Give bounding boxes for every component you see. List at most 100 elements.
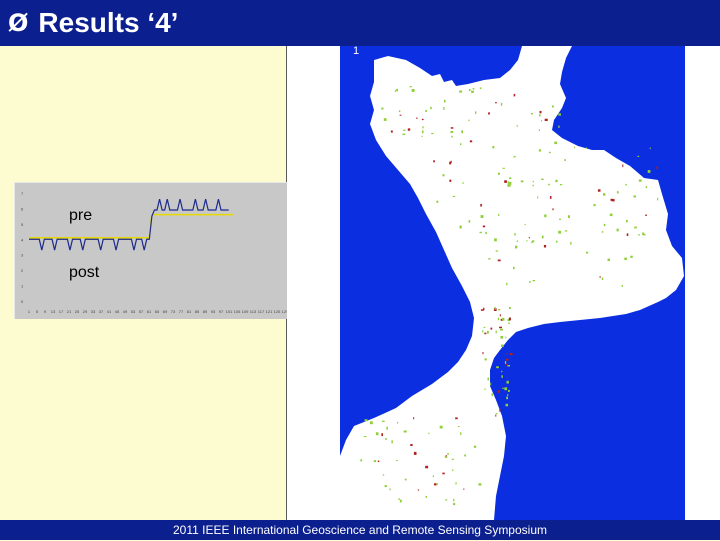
vegetation-dot	[480, 203, 482, 207]
x-tick-label: 9	[44, 309, 47, 314]
vegetation-dot	[548, 183, 550, 186]
vegetation-dot	[616, 191, 619, 194]
vegetation-dot	[490, 382, 492, 386]
vegetation-dot	[385, 438, 387, 440]
vegetation-dot	[497, 259, 501, 262]
vegetation-dot	[495, 330, 497, 334]
vegetation-dot	[410, 444, 413, 446]
vegetation-dot	[483, 326, 486, 328]
vegetation-dot	[485, 231, 487, 235]
map-svg	[340, 46, 685, 520]
vegetation-dot	[538, 149, 541, 152]
vegetation-dot	[425, 495, 427, 498]
x-tick-label: 113	[250, 309, 257, 314]
vegetation-dot	[564, 230, 568, 232]
vegetation-dot	[520, 180, 524, 183]
x-tick-label: 69	[163, 309, 168, 314]
vegetation-dot	[499, 409, 501, 412]
vegetation-dot	[460, 432, 462, 435]
vegetation-dot	[621, 285, 623, 287]
vegetation-dot	[507, 394, 509, 396]
vegetation-dot	[469, 140, 473, 143]
series-line	[29, 199, 229, 251]
x-tick-label: 121	[266, 309, 273, 314]
y-tick-label: 4	[21, 237, 24, 242]
vegetation-dot	[478, 483, 482, 486]
vegetation-dot	[484, 388, 486, 390]
vegetation-dot	[637, 155, 640, 157]
vegetation-dot	[462, 182, 464, 184]
vegetation-dot	[645, 214, 647, 216]
vegetation-dot	[407, 128, 411, 131]
vegetation-dot	[516, 125, 518, 127]
vegetation-dot	[633, 195, 637, 198]
vegetation-dot	[568, 215, 570, 219]
x-tick-label: 65	[155, 309, 160, 314]
x-tick-label: 45	[115, 309, 120, 314]
vegetation-dot	[386, 426, 388, 430]
vegetation-dot	[421, 135, 423, 137]
vegetation-dot	[479, 87, 482, 90]
vegetation-dot	[603, 193, 606, 196]
vegetation-dot	[616, 228, 619, 232]
vegetation-dot	[487, 377, 489, 381]
vegetation-dot	[450, 131, 454, 133]
vegetation-dot	[451, 458, 454, 460]
x-tick-label: 97	[219, 309, 224, 314]
vegetation-dot	[450, 160, 452, 164]
vegetation-dot	[498, 172, 500, 175]
vegetation-dot	[508, 182, 512, 185]
vegetation-dot	[559, 218, 561, 220]
vegetation-dot	[413, 417, 415, 420]
vegetation-dot	[450, 127, 454, 129]
vegetation-dot	[548, 151, 551, 154]
vegetation-dot	[543, 245, 547, 248]
vegetation-dot	[468, 220, 471, 223]
vegetation-dot	[488, 112, 490, 115]
y-tick-label: 0	[21, 299, 24, 304]
y-tick-labels: 7 6 5 4 3 2 1 0	[21, 191, 24, 304]
vegetation-dot	[530, 113, 533, 115]
vegetation-dot	[445, 455, 448, 457]
vegetation-dot	[398, 110, 401, 113]
x-tick-labels: 1 5 9 13 17 21 25 29 33 37 41 45 49 53 57 61 65 69 73 77 81 8…	[28, 309, 287, 314]
vegetation-dot	[544, 118, 548, 121]
vegetation-dot	[498, 213, 500, 216]
vegetation-dot	[607, 258, 610, 261]
vegetation-dot	[556, 240, 558, 243]
vegetation-dot	[482, 330, 484, 333]
vegetation-dot	[381, 107, 384, 110]
vegetation-dot	[505, 336, 507, 339]
vegetation-dot	[416, 117, 418, 119]
y-tick-label: 2	[21, 268, 24, 273]
vegetation-dot	[479, 231, 482, 234]
vegetation-dot	[601, 231, 604, 233]
vegetation-dot	[480, 215, 484, 218]
vegetation-dot	[471, 90, 474, 93]
vegetation-dot	[399, 499, 402, 503]
vegetation-dot	[452, 469, 454, 471]
vegetation-dot	[381, 433, 383, 437]
vegetation-dot	[495, 102, 497, 104]
vegetation-dot	[508, 389, 510, 392]
vegetation-dot	[509, 306, 511, 309]
vegetation-dot	[601, 277, 604, 280]
vegetation-dot	[500, 102, 503, 106]
vegetation-dot	[499, 326, 502, 329]
vegetation-dot	[491, 393, 493, 397]
x-tick-label: 17	[59, 309, 64, 314]
vegetation-dot	[504, 180, 507, 183]
x-tick-label: 125	[274, 309, 281, 314]
vegetation-dot	[402, 129, 406, 131]
vegetation-dot	[431, 132, 434, 135]
vegetation-dot	[585, 147, 588, 149]
vegetation-dot	[444, 99, 446, 103]
vegetation-dot	[449, 179, 452, 182]
vegetation-dot	[505, 403, 509, 407]
vegetation-dot	[409, 86, 412, 88]
vegetation-dot	[495, 413, 498, 415]
vegetation-dot	[443, 107, 445, 110]
vegetation-dot	[532, 240, 535, 243]
vegetation-dot	[459, 225, 462, 229]
vegetation-dot	[505, 358, 509, 361]
